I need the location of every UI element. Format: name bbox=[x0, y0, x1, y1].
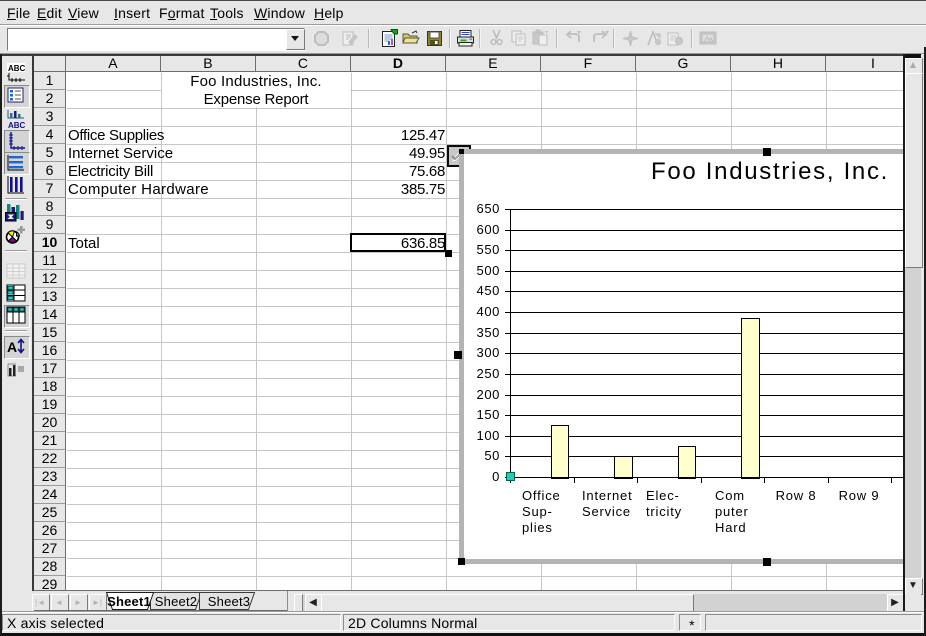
svg-text:Sheet2: Sheet2 bbox=[155, 594, 197, 609]
svg-text:Sheet3: Sheet3 bbox=[208, 594, 250, 609]
svg-text:Sheet1: Sheet1 bbox=[107, 594, 151, 609]
